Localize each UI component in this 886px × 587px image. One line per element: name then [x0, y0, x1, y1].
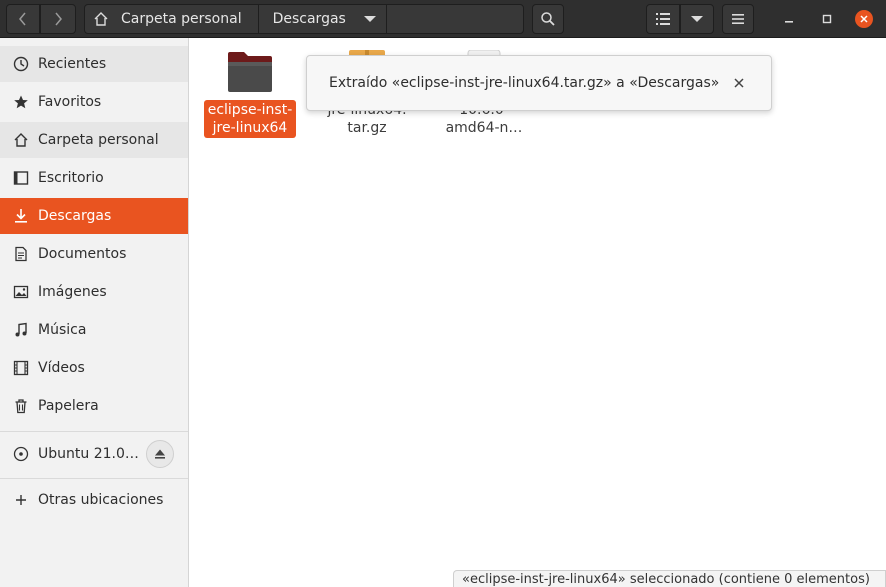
video-icon: [13, 360, 29, 376]
back-button[interactable]: [6, 4, 40, 34]
sidebar-item-label: Favoritos: [38, 94, 102, 110]
chevron-left-icon: [19, 12, 26, 26]
file-view: eclipse-inst- jre-linux64 jre-linux64. t…: [190, 38, 886, 587]
eject-icon: [155, 449, 165, 459]
close-icon: [734, 78, 744, 88]
star-icon: [13, 94, 29, 110]
sidebar-item-label: Otras ubicaciones: [38, 492, 164, 508]
file-name-line: tar.gz: [347, 120, 387, 136]
extraction-notification: Extraído «eclipse-inst-jre-linux64.tar.g…: [306, 55, 772, 111]
sidebar-item-label: Papelera: [38, 398, 99, 414]
sidebar-item-documentos[interactable]: Documentos: [0, 236, 188, 272]
maximize-button[interactable]: [818, 10, 836, 28]
sidebar-item-videos[interactable]: Vídeos: [0, 350, 188, 386]
sidebar-item-label: Imágenes: [38, 284, 107, 300]
breadcrumb-home-label: Carpeta personal: [121, 11, 242, 27]
minimize-icon: [785, 21, 793, 23]
hamburger-icon: [732, 14, 744, 24]
home-icon: [13, 132, 29, 148]
list-view-button[interactable]: [646, 4, 680, 34]
trash-icon: [13, 398, 29, 414]
sidebar-item-label: Documentos: [38, 246, 127, 262]
disk-icon: [13, 446, 29, 462]
file-name-line: jre-linux64: [212, 120, 288, 136]
sidebar-item-escritorio[interactable]: Escritorio: [0, 160, 188, 196]
plus-icon: [13, 492, 29, 508]
image-icon: [13, 284, 29, 300]
notification-close-button[interactable]: [731, 75, 747, 91]
notification-text: Extraído «eclipse-inst-jre-linux64.tar.g…: [329, 75, 720, 91]
file-name-line: eclipse-inst-: [207, 102, 293, 118]
sidebar-item-label: Carpeta personal: [38, 132, 159, 148]
clock-icon: [13, 56, 29, 72]
hamburger-menu-button[interactable]: [722, 4, 754, 34]
file-label: eclipse-inst- jre-linux64: [203, 100, 297, 138]
maximize-icon: [822, 14, 832, 24]
search-button[interactable]: [532, 4, 564, 34]
folder-icon: [226, 50, 274, 94]
sidebar-item-descargas[interactable]: Descargas: [0, 198, 188, 234]
close-icon: [860, 15, 868, 23]
sidebar-item-carpeta-personal[interactable]: Carpeta personal: [0, 122, 188, 158]
minimize-button[interactable]: [780, 10, 798, 28]
breadcrumb-current[interactable]: Descargas: [259, 5, 387, 33]
list-view-icon: [656, 13, 670, 25]
sidebar-item-musica[interactable]: Música: [0, 312, 188, 348]
caret-down-icon: [363, 16, 376, 22]
sidebar: Recientes Favoritos Carpeta personal Esc…: [0, 38, 189, 587]
sidebar-item-label: Escritorio: [38, 170, 104, 186]
sidebar-item-label: Vídeos: [38, 360, 85, 376]
header-bar: Carpeta personal Descargas: [0, 0, 886, 38]
sidebar-item-papelera[interactable]: Papelera: [0, 388, 188, 424]
sidebar-item-otras-ubicaciones[interactable]: Otras ubicaciones: [0, 482, 188, 518]
desktop-icon: [13, 170, 29, 186]
sidebar-item-label: Música: [38, 322, 87, 338]
sidebar-item-recientes[interactable]: Recientes: [0, 46, 188, 82]
caret-down-icon: [691, 16, 703, 22]
document-icon: [13, 246, 29, 262]
view-options-button[interactable]: [680, 4, 714, 34]
path-bar: Carpeta personal Descargas: [84, 4, 524, 34]
breadcrumb-current-label: Descargas: [272, 11, 346, 27]
sidebar-separator: [0, 431, 188, 432]
forward-button[interactable]: [40, 4, 76, 34]
sidebar-separator: [0, 478, 188, 479]
close-window-button[interactable]: [855, 10, 873, 28]
sidebar-item-label: Recientes: [38, 56, 107, 72]
breadcrumb-home[interactable]: Carpeta personal: [85, 5, 259, 33]
sidebar-item-label: Descargas: [38, 208, 112, 224]
download-icon: [13, 208, 29, 224]
chevron-right-icon: [55, 12, 62, 26]
sidebar-item-favoritos[interactable]: Favoritos: [0, 84, 188, 120]
music-icon: [13, 322, 29, 338]
home-icon: [94, 12, 108, 26]
file-item-folder[interactable]: eclipse-inst- jre-linux64: [195, 50, 305, 138]
file-name-line: amd64-n…: [445, 120, 523, 136]
eject-button[interactable]: [146, 440, 174, 468]
status-bar: «eclipse-inst-jre-linux64» seleccionado …: [453, 570, 886, 587]
sidebar-item-imagenes[interactable]: Imágenes: [0, 274, 188, 310]
search-icon: [541, 12, 555, 26]
sidebar-item-label: Ubuntu 21.0…: [38, 446, 139, 462]
